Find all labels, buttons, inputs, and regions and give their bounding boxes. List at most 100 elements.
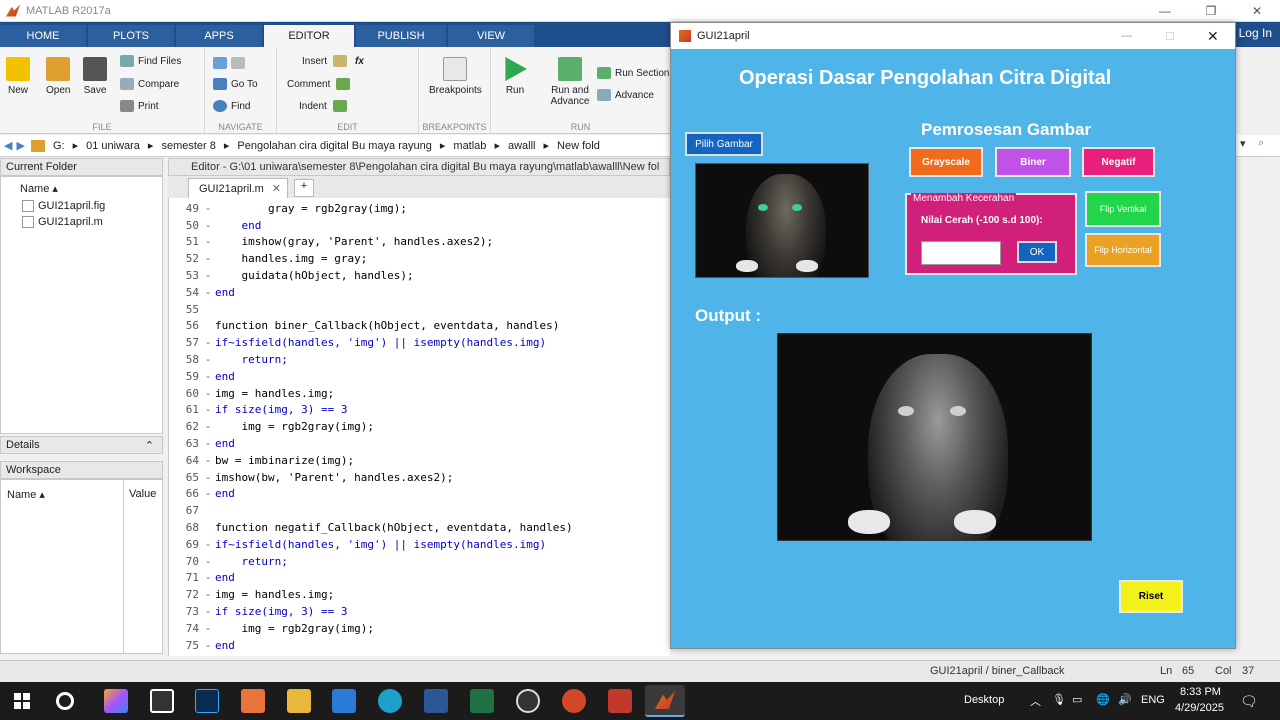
vscode-icon[interactable] [332,689,356,713]
code-line[interactable]: 63- end [169,435,671,452]
maximize-icon[interactable]: ☐ [1165,30,1175,43]
code-line[interactable]: 58- return; [169,351,671,368]
battery-icon[interactable]: ▭ [1072,693,1082,706]
ok-button[interactable]: OK [1017,241,1057,263]
chevron-up-icon[interactable]: ︿ [1030,693,1041,709]
pilih-gambar-button[interactable]: Pilih Gambar [685,132,763,156]
run-and-advance-button[interactable]: Run and Advance [545,57,595,107]
path-segment[interactable]: semester 8 [161,140,215,152]
breakpoint-marker[interactable]: - [201,219,215,232]
negatif-button[interactable]: Negatif [1082,147,1155,177]
address-dropdown-icon[interactable]: ▾ [1240,137,1258,155]
code-line[interactable]: 54- end [169,284,671,301]
volume-icon[interactable]: 🔊 [1118,693,1132,706]
path-segment[interactable]: awalll [508,140,536,152]
close-icon[interactable]: ✕ [1234,0,1280,22]
code-line[interactable]: 53- guidata(hObject, handles); [169,267,671,284]
breakpoint-marker[interactable]: - [201,471,215,484]
breakpoint-marker[interactable]: - [201,639,215,652]
code-line[interactable]: 75- end [169,637,671,654]
new-button[interactable]: New [6,57,30,96]
code-line[interactable]: 69- if~isfield(handles, 'img') || isempty… [169,536,671,553]
code-line[interactable]: 52- handles.img = gray; [169,250,671,267]
workspace-name-column[interactable]: Name ▴ [7,488,45,501]
run-button[interactable]: Run [503,57,527,96]
breakpoint-marker[interactable]: - [201,437,215,450]
app-icon[interactable] [241,689,265,713]
windows-start-icon[interactable] [10,689,34,713]
excel-icon[interactable] [470,689,494,713]
photoshop-icon[interactable] [195,689,219,713]
code-line[interactable]: 70- return; [169,553,671,570]
network-icon[interactable]: 🌐 [1096,693,1110,706]
search-icon[interactable]: ⌕ [1258,137,1276,155]
search-taskbar-icon[interactable] [56,692,74,710]
code-line[interactable]: 67 [169,502,671,519]
code-line[interactable]: 51- imshow(gray, 'Parent', handles.axes2… [169,234,671,251]
indent-button[interactable]: Indent [299,100,351,112]
close-tab-icon[interactable]: ✕ [272,182,281,195]
breakpoint-marker[interactable]: - [201,538,215,551]
tab-editor[interactable]: EDITOR [264,25,354,47]
breakpoint-marker[interactable]: - [201,269,215,282]
grayscale-button[interactable]: Grayscale [909,147,983,177]
breakpoint-marker[interactable]: - [201,454,215,467]
matlab-taskbar-icon[interactable] [645,685,685,717]
code-line[interactable]: 61- if size(img, 3) == 3 [169,402,671,419]
code-line[interactable]: 74- img = rgb2gray(img); [169,620,671,637]
copilot-icon[interactable] [104,689,128,713]
code-editor[interactable]: 49- gray = rgb2gray(img); 50- end 51- imsh… [168,198,670,656]
tab-apps[interactable]: APPS [176,25,262,47]
breakpoint-marker[interactable]: - [201,487,215,500]
path-segment[interactable]: matlab [453,140,486,152]
forward-icon[interactable]: ▶ [16,139,24,152]
close-icon[interactable]: ✕ [1207,28,1219,45]
comment-button[interactable]: Comment [287,78,354,90]
biner-button[interactable]: Biner [995,147,1071,177]
language-indicator[interactable]: ENG [1141,694,1165,706]
breakpoint-marker[interactable]: - [201,387,215,400]
word-icon[interactable] [424,689,448,713]
tab-plots[interactable]: PLOTS [88,25,174,47]
code-line[interactable]: 57- if~isfield(handles, 'img') || isempty… [169,334,671,351]
fx-icon[interactable]: fx [355,56,364,67]
file-explorer-icon[interactable] [287,689,311,713]
editor-tab[interactable]: GUI21april.m ✕ [188,178,288,198]
breakpoint-marker[interactable]: - [201,622,215,635]
flip-vertikal-button[interactable]: Flip Vertikal [1085,191,1161,227]
current-folder-name-column[interactable]: Name ▴ [20,182,58,195]
breakpoint-marker[interactable]: - [201,403,215,416]
breakpoint-marker[interactable]: - [201,353,215,366]
path-segment[interactable]: G: [53,140,65,152]
code-line[interactable]: 64- bw = imbinarize(img); [169,452,671,469]
powerpoint-icon[interactable] [562,689,586,713]
code-line[interactable]: 72- img = handles.img; [169,586,671,603]
breakpoints-button[interactable]: Breakpoints [429,57,482,96]
code-line[interactable]: 65- imshow(bw, 'Parent', handles.axes2); [169,469,671,486]
microphone-icon[interactable]: 🎙 [1052,693,1066,706]
code-line[interactable]: 50- end [169,217,671,234]
file-item-fig[interactable]: GUI21april.fig [22,200,105,212]
code-line[interactable]: 68 function negatif_Callback(hObject, eve… [169,519,671,536]
breakpoint-marker[interactable]: - [201,555,215,568]
code-line[interactable]: 59- end [169,368,671,385]
clock-time[interactable]: 8:33 PM [1180,686,1221,698]
code-line[interactable]: 55 [169,301,671,318]
compare-button[interactable]: Compare [120,78,179,90]
edge-icon[interactable] [378,689,402,713]
save-button[interactable]: Save [83,57,107,96]
path-segment[interactable]: 01 uniwara [86,140,140,152]
login-link[interactable]: Log In [1239,26,1272,40]
brightness-input[interactable] [921,241,1001,265]
insert-button[interactable]: Insert fx [302,55,364,67]
print-button[interactable]: Print [120,100,159,112]
code-line[interactable]: 73- if size(img, 3) == 3 [169,603,671,620]
tab-view[interactable]: VIEW [448,25,534,47]
breakpoint-marker[interactable]: - [201,605,215,618]
shield-icon[interactable] [150,689,174,713]
tab-publish[interactable]: PUBLISH [356,25,446,47]
find-button[interactable]: Find [213,100,250,112]
code-line[interactable]: 66- end [169,486,671,503]
go-to-button[interactable]: Go To [213,78,258,90]
app-icon-2[interactable] [516,689,540,713]
